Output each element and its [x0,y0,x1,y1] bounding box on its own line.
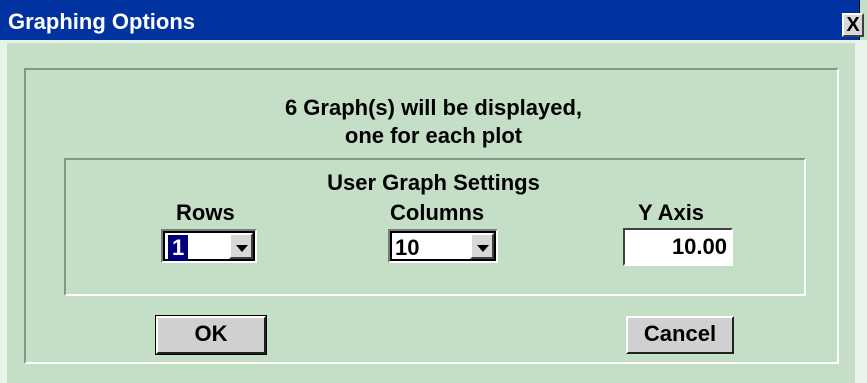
cancel-button[interactable]: Cancel [626,316,734,354]
y-axis-input-value: 10.00 [671,234,727,259]
columns-select-value: 10 [395,235,420,260]
close-button[interactable]: X [842,13,864,37]
frame-edge-left [0,40,7,383]
frame-edge-right [855,40,867,383]
y-axis-input[interactable]: 10.00 [623,228,733,266]
info-message-line1: 6 Graph(s) will be displayed, [284,95,583,120]
y-axis-label: Y Axis [638,200,705,225]
rows-select[interactable]: 1 [161,229,257,263]
info-message: 6 Graph(s) will be displayed, one for ea… [0,94,867,150]
columns-label: Columns [390,200,485,225]
graphing-options-dialog: Graphing Options X 6 Graph(s) will be di… [0,0,867,383]
frame-edge-top [0,40,860,43]
chevron-down-icon[interactable] [229,233,253,259]
rows-label: Rows [176,200,235,225]
chevron-down-icon[interactable] [470,233,494,259]
columns-select[interactable]: 10 [388,229,498,263]
window-title: Graphing Options [8,9,195,34]
title-bar[interactable]: Graphing Options [0,0,860,40]
rows-select-value: 1 [168,235,189,261]
close-icon: X [846,14,860,36]
info-message-line2: one for each plot [344,123,523,148]
ok-button[interactable]: OK [155,315,267,355]
group-title: User Graph Settings [327,170,540,195]
